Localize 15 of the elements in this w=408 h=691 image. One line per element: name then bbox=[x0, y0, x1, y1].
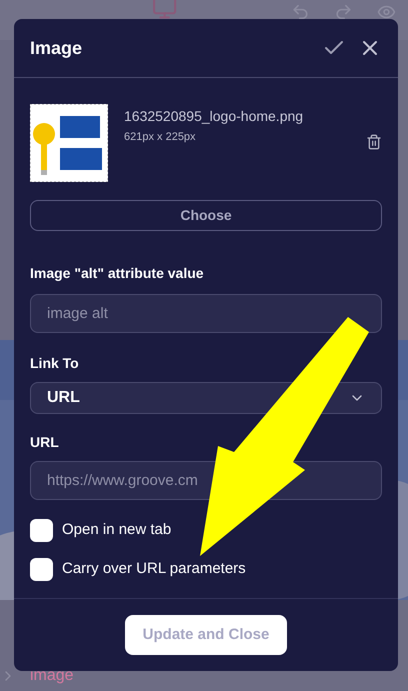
dialog-title: Image bbox=[30, 36, 84, 60]
file-size: 621px x 225px bbox=[124, 130, 197, 145]
input-field[interactable]: image alt bbox=[30, 294, 382, 333]
file-name: 1632520895_logo-home.png bbox=[124, 107, 304, 126]
field-label: Image "alt" attribute value bbox=[30, 264, 205, 283]
checkbox[interactable] bbox=[30, 519, 53, 542]
checkbox-label: Open in new tab bbox=[62, 520, 172, 540]
choose-button[interactable]: Choose bbox=[30, 200, 382, 231]
checkbox-label: Carry over URL parameters bbox=[62, 559, 246, 580]
arrow-icon bbox=[198, 315, 370, 558]
field-label: Link To bbox=[30, 354, 80, 373]
trash-icon[interactable] bbox=[366, 134, 382, 150]
checkbox[interactable] bbox=[30, 558, 53, 581]
field-label: URL bbox=[30, 433, 60, 452]
breadcrumb-text: image bbox=[30, 666, 74, 686]
